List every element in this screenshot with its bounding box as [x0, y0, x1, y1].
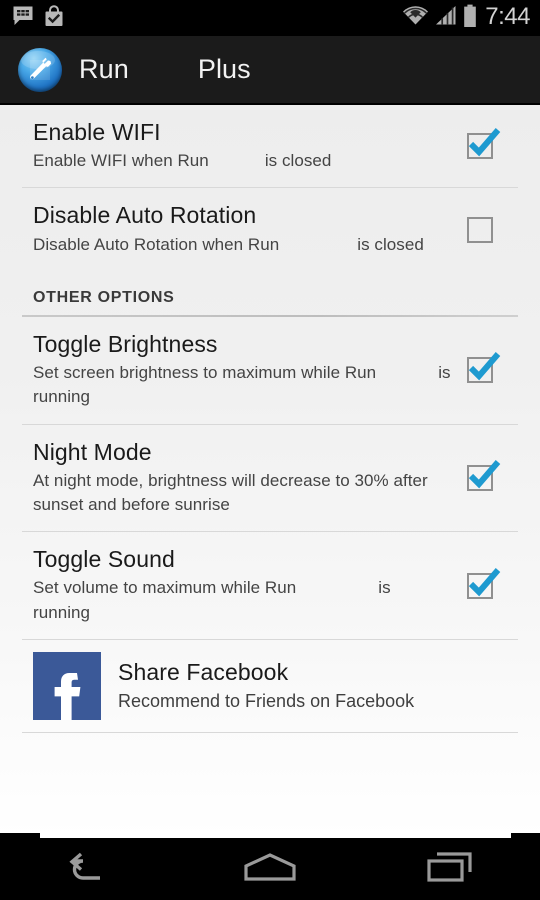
pref-summary-start: Enable WIFI when Run — [33, 151, 209, 171]
status-bar-notification-icons — [12, 4, 65, 33]
nav-recents-button[interactable] — [390, 838, 510, 900]
pref-summary: Disable Auto Rotation when Run is closed — [33, 233, 452, 257]
nav-back-button[interactable] — [30, 838, 150, 900]
navigation-bar — [0, 838, 540, 900]
checkbox-wrap[interactable] — [460, 352, 501, 384]
pref-summary-end: is closed — [264, 151, 332, 171]
pref-title: Disable Auto Rotation — [33, 202, 257, 229]
checkbox-wrap[interactable] — [460, 128, 501, 160]
preferences-list[interactable]: Enable WIFI Enable WIFI when Run is close… — [0, 105, 540, 838]
play-store-update-icon — [43, 4, 65, 33]
checkbox-night-mode[interactable] — [467, 459, 501, 491]
pref-texts: Disable Auto Rotation Disable Auto Rotat… — [33, 202, 460, 256]
action-bar-title-primary: Run — [79, 54, 129, 84]
pref-texts: Enable WIFI Enable WIFI when Run is close… — [33, 119, 460, 173]
back-icon — [64, 850, 116, 889]
action-bar-title-secondary: Plus — [197, 54, 251, 84]
android-screen: 7:44 Run Plus Enable WIFI Enable WIFI wh… — [0, 0, 540, 900]
status-bar-system-icons: 7:44 — [402, 4, 530, 33]
check-icon — [468, 459, 501, 489]
facebook-summary: Recommend to Friends on Facebook — [118, 691, 415, 712]
facebook-icon — [33, 652, 101, 720]
pref-texts: Toggle Brightness Set screen brightness … — [33, 331, 460, 410]
facebook-title: Share Facebook — [118, 658, 289, 685]
check-icon — [468, 567, 501, 597]
pref-summary-start: Set screen brightness to maximum while R… — [33, 362, 377, 382]
cellular-signal-icon — [435, 5, 457, 31]
checkbox-wrap[interactable] — [460, 459, 501, 491]
section-header-other-options: OTHER OPTIONS — [0, 271, 540, 315]
checkbox-enable-wifi[interactable] — [467, 128, 501, 160]
recents-icon — [424, 850, 476, 889]
pref-summary-end: is closed — [357, 234, 424, 254]
action-bar: Run Plus — [0, 36, 540, 104]
pref-row-enable-wifi[interactable]: Enable WIFI Enable WIFI when Run is close… — [0, 105, 540, 187]
checkbox-toggle-brightness[interactable] — [467, 352, 501, 384]
battery-icon — [463, 4, 477, 33]
wifi-icon — [402, 5, 429, 31]
pref-summary-start: Disable Auto Rotation when Run — [33, 234, 280, 254]
check-icon — [468, 128, 501, 157]
pref-title: Enable WIFI — [33, 119, 161, 145]
checkbox-toggle-sound[interactable] — [467, 567, 501, 599]
checkbox-wrap[interactable] — [460, 567, 501, 599]
row-divider — [22, 732, 518, 733]
status-bar: 7:44 — [0, 0, 540, 36]
pref-title: Toggle Sound — [33, 546, 175, 573]
pref-title: Toggle Brightness — [33, 330, 218, 357]
pref-summary-start: Set volume to maximum while Run — [33, 578, 297, 598]
checkbox-disable-auto-rotation[interactable] — [467, 216, 493, 243]
check-icon — [468, 352, 501, 381]
pref-summary: Set screen brightness to maximum while R… — [33, 361, 452, 410]
pref-summary: Enable WIFI when Run is closed — [33, 149, 452, 173]
home-icon — [242, 852, 298, 887]
checkbox-wrap[interactable] — [460, 216, 500, 243]
pref-row-disable-auto-rotation[interactable]: Disable Auto Rotation Disable Auto Rotat… — [0, 188, 540, 270]
status-bar-clock: 7:44 — [485, 3, 530, 30]
pref-summary: Set volume to maximum while Run is runnin… — [33, 576, 452, 625]
bbm-chat-icon — [12, 5, 34, 32]
pref-row-toggle-sound[interactable]: Toggle Sound Set volume to maximum while… — [0, 532, 540, 639]
nav-home-button[interactable] — [210, 838, 330, 900]
app-wrench-icon — [18, 47, 62, 92]
pref-row-toggle-brightness[interactable]: Toggle Brightness Set screen brightness … — [0, 317, 540, 424]
pref-title: Night Mode — [33, 438, 152, 465]
row-share-facebook[interactable]: Share Facebook Recommend to Friends on F… — [0, 640, 540, 732]
pref-texts: Night Mode At night mode, brightness wil… — [33, 439, 460, 518]
pref-texts: Toggle Sound Set volume to maximum while… — [33, 546, 460, 625]
section-header-label: OTHER OPTIONS — [33, 288, 175, 306]
pref-summary: At night mode, brightness will decrease … — [33, 470, 428, 514]
facebook-texts: Share Facebook Recommend to Friends on F… — [118, 659, 414, 714]
pref-row-night-mode[interactable]: Night Mode At night mode, brightness wil… — [0, 425, 540, 532]
